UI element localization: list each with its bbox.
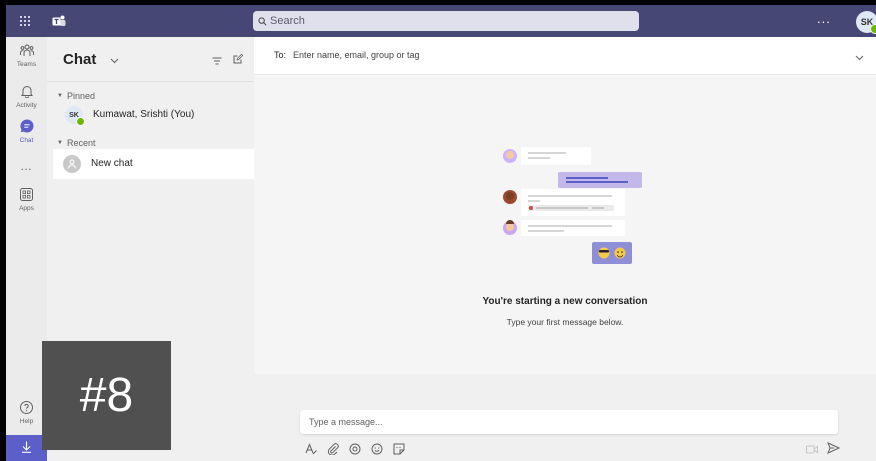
user-avatar[interactable]: SK	[856, 11, 876, 34]
meet-now-icon[interactable]	[806, 443, 818, 457]
conversation-pane: To: Enter name, email, group or tag You'…	[254, 37, 876, 461]
search-box[interactable]	[253, 11, 639, 31]
person-icon	[63, 155, 81, 173]
pinned-section-header[interactable]: ▼ Pinned	[57, 91, 95, 101]
chevron-down-icon[interactable]	[110, 53, 119, 67]
presence-available-icon	[76, 117, 85, 126]
caret-down-icon: ▼	[57, 93, 63, 99]
recent-label: Recent	[66, 138, 96, 148]
compose-box[interactable]	[300, 410, 838, 434]
list-item[interactable]: SK Kumawat, Srishti (You)	[53, 102, 253, 128]
chevron-down-icon[interactable]	[855, 50, 864, 64]
chat-list-header: Chat	[47, 37, 254, 82]
search-icon	[258, 16, 267, 26]
new-conversation-illustration-icon	[503, 147, 642, 264]
avatar: SK	[65, 106, 85, 126]
attach-icon[interactable]	[326, 442, 339, 455]
new-chat-icon[interactable]	[233, 53, 244, 67]
help-icon	[20, 401, 33, 417]
message-input[interactable]	[309, 414, 819, 430]
send-icon[interactable]	[827, 442, 841, 457]
empty-state-title: You're starting a new conversation	[482, 296, 648, 307]
teams-logo-icon	[50, 12, 68, 30]
apps-icon	[20, 188, 33, 204]
chat-name: Kumawat, Srishti (You)	[93, 109, 195, 120]
empty-state-subtitle: Type your first message below.	[506, 317, 624, 327]
presence-available-icon	[870, 24, 876, 34]
top-bar: ... SK	[6, 5, 876, 37]
rail-item-chat[interactable]: Chat	[6, 119, 47, 144]
chat-list-title[interactable]: Chat	[63, 51, 96, 68]
recent-section-header[interactable]: ▼ Recent	[57, 138, 95, 148]
download-button[interactable]	[6, 435, 47, 461]
send-area	[806, 442, 841, 457]
recipient-bar: To:	[254, 37, 876, 75]
emoji-icon[interactable]	[370, 442, 383, 455]
filter-icon[interactable]	[212, 54, 222, 68]
chat-name: New chat	[91, 158, 133, 169]
more-options-button[interactable]: ...	[817, 12, 831, 26]
app-launcher-icon[interactable]	[14, 11, 36, 31]
search-input[interactable]	[270, 15, 610, 27]
list-item[interactable]: New chat	[53, 149, 254, 179]
recipient-input[interactable]	[293, 46, 813, 64]
caret-down-icon: ▼	[57, 140, 63, 146]
compose-area	[254, 374, 876, 461]
rail-label-activity: Activity	[16, 102, 37, 109]
rail-item-activity[interactable]: Activity	[6, 85, 47, 109]
teams-icon	[19, 44, 34, 60]
app-rail: Teams Activity Chat … Apps Help	[6, 37, 47, 461]
rail-label-help: Help	[19, 418, 34, 425]
teams-window: ... SK Teams	[6, 5, 876, 461]
rail-item-apps[interactable]: Apps	[6, 188, 47, 212]
loop-icon[interactable]	[348, 442, 361, 455]
rail-item-help[interactable]: Help	[6, 401, 47, 425]
rail-label-teams: Teams	[16, 61, 37, 68]
sticker-icon[interactable]	[392, 442, 405, 455]
pinned-label: Pinned	[66, 91, 95, 101]
rail-item-teams[interactable]: Teams	[6, 44, 47, 68]
rail-label-chat: Chat	[19, 137, 34, 144]
bell-icon	[20, 85, 33, 101]
download-icon	[21, 441, 32, 456]
format-icon[interactable]	[304, 442, 317, 455]
more-apps-button[interactable]: …	[6, 159, 47, 173]
compose-toolbar	[304, 442, 405, 455]
chat-icon	[19, 119, 34, 136]
rail-label-apps: Apps	[19, 205, 34, 212]
step-number-badge: #8	[42, 341, 171, 450]
to-label: To:	[274, 50, 287, 60]
